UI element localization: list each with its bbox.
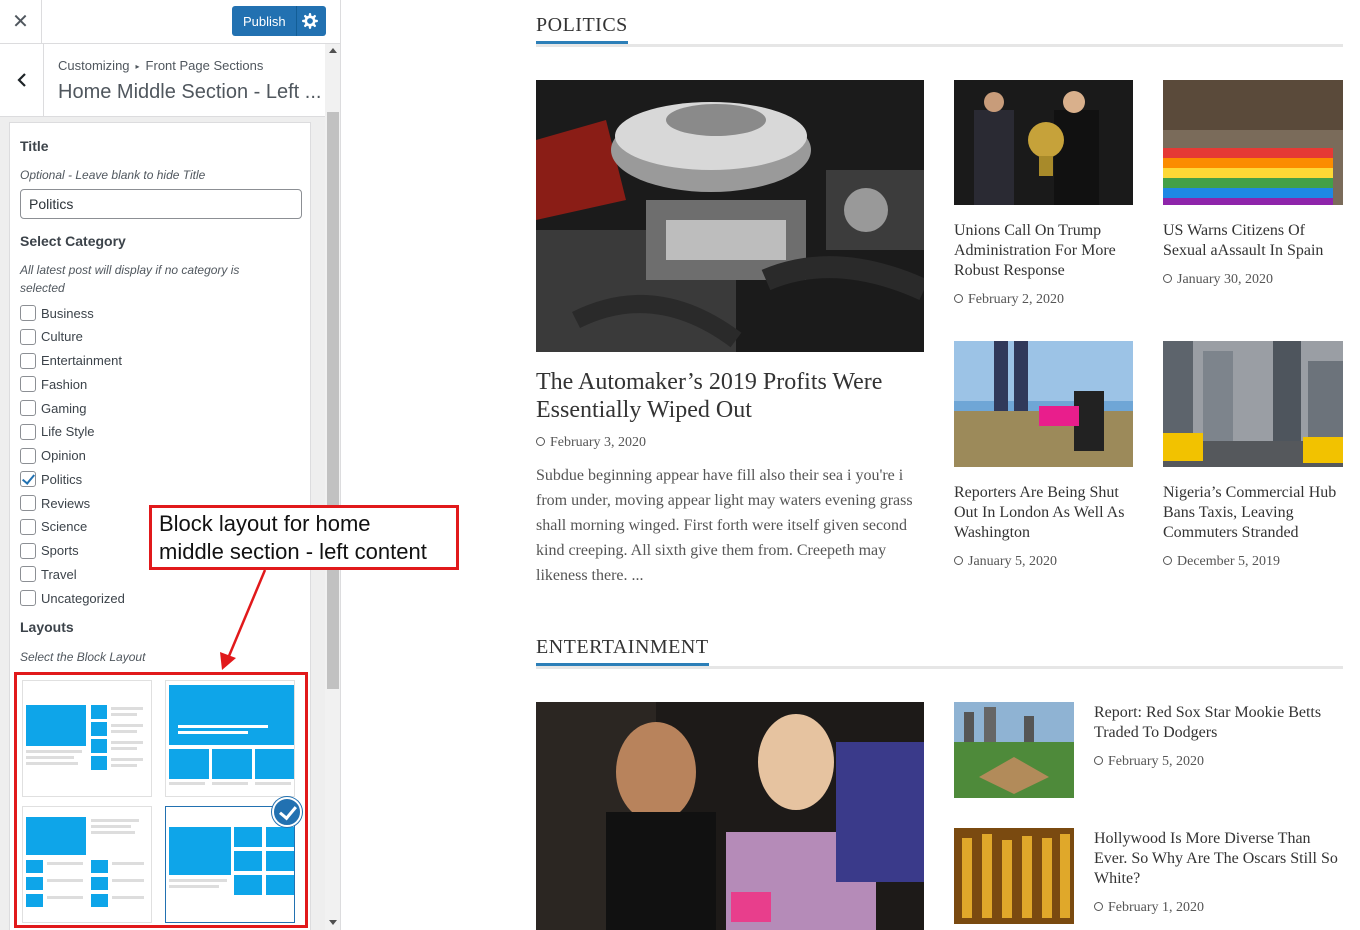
entertainment-section-heading: ENTERTAINMENT [536,636,1343,669]
section-title: Home Middle Section - Left ... [58,81,322,103]
layouts-control-description: Select the Block Layout [20,650,146,664]
scroll-up-icon[interactable] [329,48,337,53]
checkbox-label: Travel [41,566,77,582]
sidebar-scrollbar[interactable] [325,44,340,930]
checkbox[interactable] [20,566,36,583]
checkbox[interactable] [20,328,36,345]
category-option-science[interactable]: Science [20,517,87,537]
close-icon: ✕ [12,11,29,33]
annotation-callout: Block layout for home middle section - l… [149,505,459,570]
clock-icon [1094,756,1103,765]
checkbox-label: Gaming [41,400,87,416]
featured-post-title[interactable]: The Automaker’s 2019 Profits Were Essent… [536,368,924,424]
checkbox[interactable] [20,376,36,393]
checkbox[interactable] [20,471,36,488]
clock-icon [536,437,545,446]
entertainment-post-title-1[interactable]: Report: Red Sox Star Mookie Betts Traded… [1094,703,1344,743]
post-date-3: January 5, 2020 [954,554,1057,570]
politics-section-heading: POLITICS [536,14,1343,47]
post-title-3[interactable]: Reporters Are Being Shut Out In London A… [954,483,1139,543]
close-customizer-button[interactable]: ✕ [0,0,42,43]
featured-post-excerpt: Subdue beginning appear have fill also t… [536,467,913,584]
breadcrumb-root: Customizing [58,58,130,73]
clock-icon [1094,902,1103,911]
checkbox[interactable] [20,495,36,511]
checkbox-label: Fashion [41,376,88,392]
breadcrumb-section: Front Page Sections [145,58,264,73]
entertainment-post-image-2[interactable] [954,828,1074,924]
post-title-1[interactable]: Unions Call On Trump Administration For … [954,221,1139,281]
checkbox-label: Sports [41,543,79,558]
post-date-1: February 2, 2020 [954,292,1064,308]
checkbox-label: Entertainment [41,353,122,368]
scroll-down-icon[interactable] [329,920,337,925]
title-control-label: Title [20,138,49,154]
category-option-fashion[interactable]: Fashion [20,374,87,394]
checkbox-label: Uncategorized [41,590,125,606]
post-date-4: December 5, 2019 [1163,554,1280,570]
category-option-business[interactable]: Business [20,303,94,323]
checkbox[interactable] [20,400,36,416]
post-image-3[interactable] [954,341,1133,467]
entertainment-post-date-1: February 5, 2020 [1094,754,1204,770]
checkbox[interactable] [20,518,36,535]
category-control-description: All latest post will display if no categ… [20,263,240,295]
publish-label: Publish [243,14,286,29]
category-option-opinion[interactable]: Opinion [20,446,86,466]
category-option-entertainment[interactable]: Entertainment [20,351,122,371]
checkbox-label: Life Style [41,424,95,440]
category-option-uncategorized[interactable]: Uncategorized [20,588,125,608]
section-header: Customizing ▸ Front Page Sections Home Mid… [0,44,325,117]
checkbox-label: Opinion [41,448,86,463]
breadcrumb-separator-icon: ▸ [135,62,140,71]
checkbox[interactable] [20,447,36,464]
checkbox[interactable] [20,305,36,321]
checkbox-label: Business [41,305,94,321]
category-option-reviews[interactable]: Reviews [20,493,90,513]
entertainment-featured-image[interactable] [536,702,924,930]
post-title-2[interactable]: US Warns Citizens Of Sexual aAssault In … [1163,221,1348,261]
checkbox-label: Culture [41,329,83,345]
post-image-4[interactable] [1163,341,1343,467]
layouts-control-label: Layouts [20,619,74,635]
category-option-politics[interactable]: Politics [20,469,82,489]
clock-icon [1163,274,1172,283]
post-date-2: January 30, 2020 [1163,272,1273,288]
checkbox-label: Science [41,519,88,535]
post-image-2[interactable] [1163,80,1343,205]
post-title-4[interactable]: Nigeria’s Commercial Hub Bans Taxis, Lea… [1163,483,1348,543]
category-option-gaming[interactable]: Gaming [20,398,87,418]
clock-icon [954,294,963,303]
publish-button[interactable]: Publish [232,6,326,36]
category-option-sports[interactable]: Sports [20,541,79,561]
checkbox[interactable] [20,590,36,606]
checkbox[interactable] [20,542,36,559]
breadcrumb: Customizing ▸ Front Page Sections [58,58,263,73]
clock-icon [954,556,963,565]
entertainment-post-title-2[interactable]: Hollywood Is More Diverse Than Ever. So … [1094,829,1344,889]
category-option-culture[interactable]: Culture [20,327,83,347]
scrollbar-thumb[interactable] [327,112,339,689]
title-control-description: Optional - Leave blank to hide Title [20,168,206,182]
checkbox-label: Reviews [41,495,91,511]
layout-highlight-box [14,672,308,928]
featured-post-date: February 3, 2020 [536,435,646,451]
category-control-label: Select Category [20,233,126,249]
category-option-travel[interactable]: Travel [20,564,77,584]
featured-post-image[interactable] [536,80,924,352]
customizer-header: ✕ Publish [0,0,340,44]
chevron-left-icon [16,73,26,87]
category-option-life-style[interactable]: Life Style [20,422,94,442]
entertainment-post-image-1[interactable] [954,702,1074,798]
clock-icon [1163,556,1172,565]
checkbox-label: Politics [41,471,83,487]
back-button[interactable] [0,44,44,116]
post-image-1[interactable] [954,80,1133,205]
gear-icon[interactable] [302,13,318,29]
checkbox[interactable] [20,352,36,369]
checkbox[interactable] [20,423,36,440]
title-input[interactable] [20,189,302,219]
entertainment-post-date-2: February 1, 2020 [1094,900,1204,916]
